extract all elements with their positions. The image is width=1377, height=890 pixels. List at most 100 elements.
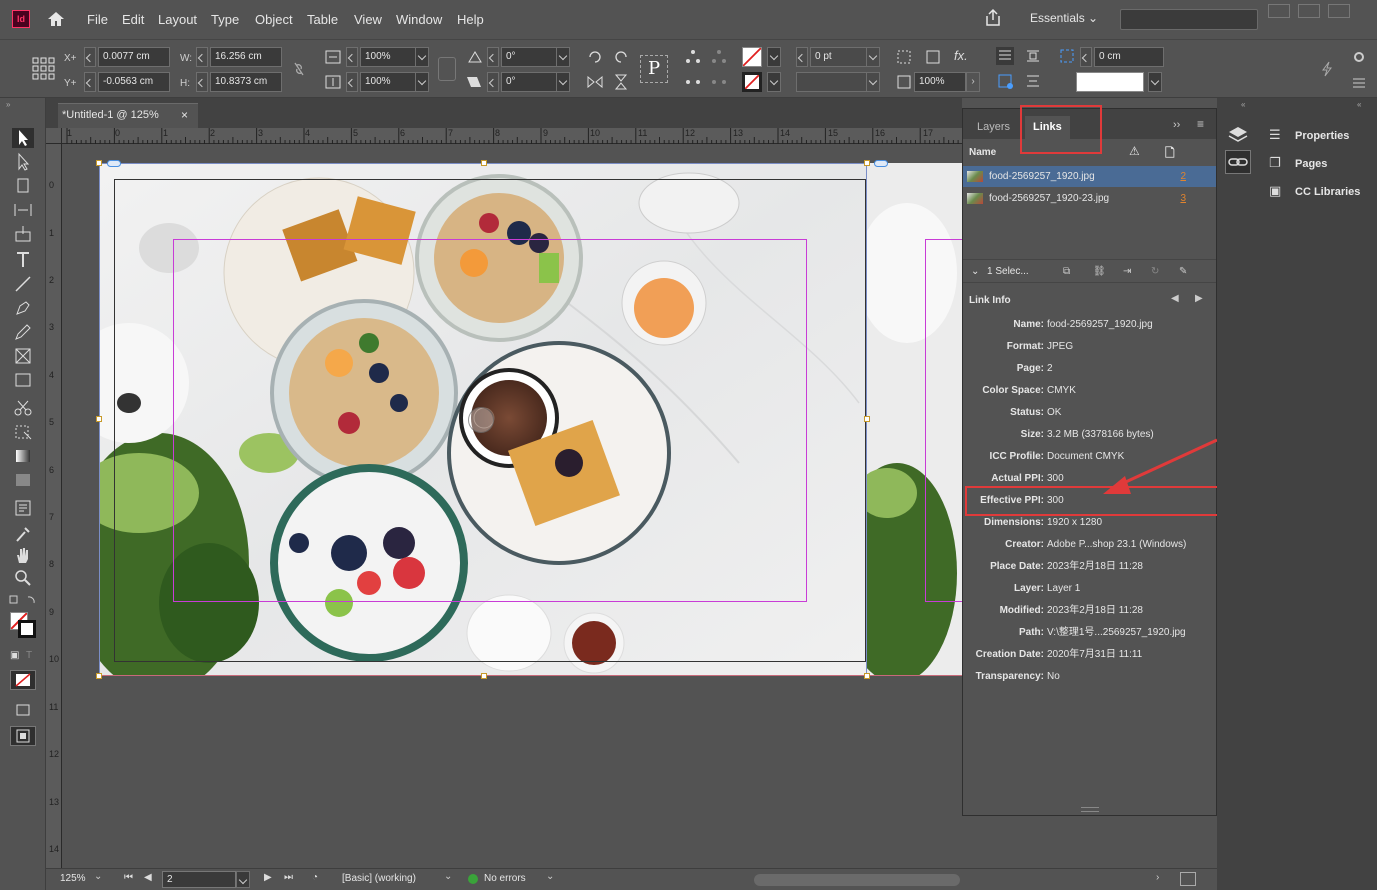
previous-link-icon[interactable]: ◀ — [1171, 293, 1179, 304]
name-column-header[interactable]: Name — [969, 147, 996, 158]
edit-original-icon[interactable]: ✎ — [1179, 260, 1187, 284]
stroke-weight-stepper[interactable] — [796, 47, 808, 67]
close-icon[interactable]: × — [181, 104, 188, 126]
apply-none-button[interactable] — [10, 670, 36, 690]
text-wrap-none-icon[interactable] — [996, 47, 1014, 65]
document-tab[interactable]: *Untitled-1 @ 125% × — [58, 103, 198, 128]
update-link-icon[interactable]: ↻ — [1151, 260, 1159, 284]
flip-horizontal-icon[interactable] — [586, 73, 604, 91]
pages-panel-button[interactable]: ❐ Pages — [1259, 152, 1377, 176]
scale-y-dropdown[interactable] — [415, 72, 429, 92]
document-canvas[interactable] — [62, 144, 962, 868]
w-stepper[interactable] — [196, 47, 208, 67]
fx-icon[interactable]: fx. — [954, 48, 968, 63]
next-page-icon[interactable]: ▶ — [264, 872, 272, 883]
offset-field[interactable]: 0 cm — [1094, 47, 1164, 67]
direct-selection-tool-icon[interactable] — [12, 152, 34, 172]
fill-dropdown[interactable] — [767, 47, 781, 67]
rotate-ccw-icon[interactable] — [612, 48, 630, 66]
y-field[interactable]: -0.0563 cm — [98, 72, 170, 92]
stroke-color-box[interactable] — [18, 620, 36, 638]
layers-panel-button[interactable] — [1225, 122, 1251, 148]
vertical-ruler[interactable]: 0 1 2 3 4 5 6 7 8 9 10 11 12 13 14 — [46, 144, 62, 868]
shear-stepper[interactable] — [487, 72, 499, 92]
link-page[interactable]: 2 — [1180, 166, 1186, 187]
links-panel-button[interactable] — [1225, 150, 1251, 174]
scale-x-stepper[interactable] — [346, 47, 358, 67]
horizontal-ruler[interactable]: 1 0 1 2 3 4 5 6 7 8 9 10 11 12 13 14 15 … — [62, 128, 962, 144]
page-column-icon[interactable]: 🗋 — [1165, 144, 1175, 165]
selection-handle[interactable] — [864, 416, 870, 422]
cc-libraries-panel-button[interactable]: ▣ CC Libraries — [1259, 180, 1377, 204]
formatting-container-icon[interactable]: ▣ — [10, 650, 19, 661]
text-wrap-bbox-icon[interactable] — [1024, 47, 1042, 65]
scissors-tool-icon[interactable] — [12, 398, 34, 418]
default-fill-stroke-icon[interactable] — [8, 594, 38, 608]
ruler-origin[interactable] — [46, 128, 62, 144]
rectangle-frame-tool-icon[interactable] — [12, 346, 34, 366]
auto-fit-icon[interactable] — [996, 72, 1014, 90]
tab-layers[interactable]: Layers — [969, 116, 1018, 139]
zoom-level[interactable]: 125% — [60, 873, 86, 884]
warning-column-icon[interactable]: ⚠ — [1129, 144, 1140, 158]
link-row[interactable]: food-2569257_1920-23.jpg 3 — [963, 188, 1216, 209]
stroke-type-field[interactable] — [796, 72, 868, 92]
quick-apply-icon[interactable] — [1318, 60, 1336, 78]
w-field[interactable]: 16.256 cm — [210, 47, 282, 67]
constrain-scale-button[interactable] — [438, 57, 456, 81]
offset-stepper[interactable] — [1080, 47, 1092, 67]
panel-menu-icon[interactable]: ≡ — [1197, 117, 1204, 131]
x-stepper[interactable] — [84, 47, 96, 67]
menu-help[interactable]: Help — [457, 12, 484, 27]
flip-vertical-icon[interactable] — [612, 73, 630, 91]
content-grabber[interactable] — [468, 407, 494, 433]
formatting-text-icon[interactable]: T — [26, 650, 32, 661]
reference-point-icon[interactable] — [32, 57, 56, 81]
shear-field[interactable]: 0° — [501, 72, 557, 92]
horizontal-scrollbar-thumb[interactable] — [754, 874, 960, 886]
link-badge-icon[interactable] — [107, 160, 121, 167]
collapse-panel-icon[interactable]: ›› — [1173, 119, 1180, 131]
relink-icon[interactable]: ⛓ — [1093, 260, 1106, 284]
rotate-dropdown[interactable] — [556, 47, 570, 67]
page-dropdown[interactable] — [236, 871, 250, 888]
link-info-title[interactable]: Link Info — [969, 295, 1011, 306]
selection-handle[interactable] — [864, 160, 870, 166]
maximize-button[interactable] — [1298, 4, 1320, 18]
menu-layout[interactable]: Layout — [158, 12, 197, 27]
menu-type[interactable]: Type — [211, 12, 239, 27]
select-next-icon[interactable] — [710, 73, 728, 91]
menu-table[interactable]: Table — [307, 12, 338, 27]
scale-y-field[interactable]: 100% — [360, 72, 416, 92]
frame-icon[interactable] — [924, 48, 942, 66]
hamburger-menu-icon[interactable] — [1350, 74, 1368, 92]
previous-page-icon[interactable]: ◀ — [144, 872, 152, 883]
chevron-down-icon[interactable]: ⌄ — [444, 871, 452, 882]
scroll-right-icon[interactable]: › — [1156, 872, 1159, 883]
share-icon[interactable] — [983, 8, 1003, 28]
stroke-weight-field[interactable]: 0 pt — [810, 47, 868, 67]
free-transform-tool-icon[interactable] — [12, 422, 34, 442]
menu-view[interactable]: View — [354, 12, 382, 27]
collapse-dock-icon[interactable]: « — [1241, 100, 1245, 109]
stroke-weight-dropdown[interactable] — [866, 47, 880, 67]
object-style-dropdown[interactable] — [1148, 72, 1162, 92]
link-badge-icon[interactable] — [874, 160, 888, 167]
rectangle-tool-icon[interactable] — [12, 370, 34, 390]
panel-resize-grip[interactable] — [1081, 807, 1099, 812]
rotate-field[interactable]: 0° — [501, 47, 557, 67]
link-page[interactable]: 3 — [1180, 188, 1186, 209]
go-to-link-icon[interactable]: ⇥ — [1123, 260, 1131, 284]
eyedropper-tool-icon[interactable] — [12, 524, 34, 544]
selection-handle[interactable] — [96, 673, 102, 679]
note-tool-icon[interactable] — [12, 498, 34, 518]
rotate-cw-icon[interactable] — [586, 48, 604, 66]
select-previous-icon[interactable] — [684, 73, 702, 91]
pen-tool-icon[interactable] — [12, 298, 34, 318]
view-mode-icon[interactable] — [12, 700, 34, 720]
constrain-proportions-icon[interactable] — [290, 60, 308, 78]
page-number-field[interactable]: 2 — [162, 871, 236, 888]
search-input[interactable] — [1120, 9, 1258, 30]
menu-window[interactable]: Window — [396, 12, 442, 27]
menu-edit[interactable]: Edit — [122, 12, 144, 27]
